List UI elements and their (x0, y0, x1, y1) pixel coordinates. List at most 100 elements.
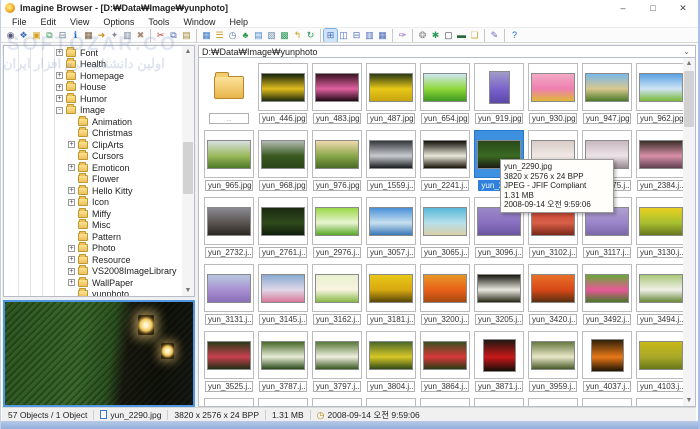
thumbnail-cell[interactable]: yun_2732.j... (204, 197, 254, 258)
tree-item-christmas[interactable]: Christmas (4, 127, 182, 140)
thumbnail-cell[interactable]: yun_930.jpg (528, 63, 578, 124)
thumbnail-cell[interactable]: yun_3181.j... (366, 264, 416, 325)
parent-folder-cell[interactable]: .. (204, 63, 254, 124)
thumbnail-cell[interactable]: yun_3205.j... (474, 264, 524, 325)
thumbnail-cell[interactable]: yun_654.jpg (420, 63, 470, 124)
edit-image-icon[interactable]: ✎ (488, 29, 501, 42)
thumbnail-cell[interactable]: yun_483.jpg (312, 63, 362, 124)
paste-icon[interactable]: ▤ (180, 29, 193, 42)
magic-wand-icon[interactable]: ✑ (396, 29, 409, 42)
expander-icon[interactable]: + (56, 72, 63, 80)
scroll-down-icon[interactable]: ▼ (683, 395, 695, 406)
thumbnail-cell[interactable] (366, 398, 416, 406)
tree-item-emoticon[interactable]: + Emoticon (4, 161, 182, 174)
layout-two-pane-icon[interactable]: ◫ (337, 29, 350, 42)
menu-item-edit[interactable]: Edit (34, 16, 64, 28)
thumbnail-cell[interactable] (420, 398, 470, 406)
grid-scrollbar-thumb[interactable] (684, 71, 694, 127)
tree-item-wallpaper[interactable]: + WallPaper (4, 276, 182, 289)
thumbnail-cell[interactable]: yun_3162.j... (312, 264, 362, 325)
expander-icon[interactable]: + (68, 267, 75, 275)
delete-icon[interactable]: ✖ (134, 29, 147, 42)
expander-icon[interactable]: + (68, 256, 75, 264)
thumbnail-cell[interactable]: yun_3871.j... (474, 331, 524, 392)
archive-icon[interactable]: ▥ (121, 29, 134, 42)
pin-icon[interactable]: ✦ (108, 29, 121, 42)
tree-item-icon[interactable]: + Icon (4, 196, 182, 209)
thumbnail-cell[interactable]: yun_3525.j... (204, 331, 254, 392)
layout-horizontal-icon[interactable]: ⊟ (350, 29, 363, 42)
expander-icon[interactable]: + (56, 83, 63, 91)
image-properties-icon[interactable]: ▦ (82, 29, 95, 42)
thumbnail-cell[interactable]: yun_2761.j... (258, 197, 308, 258)
settings-icon[interactable]: ✱ (429, 29, 442, 42)
thumbnail-cell[interactable]: yun_3057.j... (366, 197, 416, 258)
tree-item-pattern[interactable]: Pattern (4, 230, 182, 243)
thumbnail-cell[interactable] (204, 398, 254, 406)
tree-item-photo[interactable]: + Photo (4, 242, 182, 255)
scroll-down-icon[interactable]: ▼ (182, 285, 194, 296)
thumbnail-cell[interactable]: yun_976.jpg (312, 130, 362, 191)
thumbnail-view-icon[interactable]: ▦ (200, 29, 213, 42)
menu-item-window[interactable]: Window (176, 16, 222, 28)
batch-convert-icon[interactable]: ❂ (416, 29, 429, 42)
thumbnail-cell[interactable] (312, 398, 362, 406)
image-pane-icon[interactable]: ▩ (278, 29, 291, 42)
tree-item-miffy[interactable]: Miffy (4, 207, 182, 220)
copy-icon[interactable]: ⧉ (167, 29, 180, 42)
thumbnail-cell[interactable] (636, 398, 683, 406)
tree-item-cliparts[interactable]: + ClipArts (4, 138, 182, 151)
expander-icon[interactable]: + (68, 279, 75, 287)
menu-item-help[interactable]: Help (222, 16, 255, 28)
effects-icon[interactable]: ❏ (468, 29, 481, 42)
thumbnail-cell[interactable]: yun_2976.j... (312, 197, 362, 258)
tree-view-icon[interactable]: ♣ (239, 29, 252, 42)
thumbnail-cell[interactable] (582, 398, 632, 406)
thumbnail-cell[interactable]: yun_3130.j... (636, 197, 683, 258)
expander-icon[interactable]: + (68, 198, 75, 206)
menu-item-view[interactable]: View (63, 16, 96, 28)
cut-icon[interactable]: ✂ (154, 29, 167, 42)
thumbnail-cell[interactable]: yun_2241.j... (420, 130, 470, 191)
tree-scrollbar-thumb[interactable] (183, 142, 193, 194)
tree-item-animation[interactable]: Animation (4, 115, 182, 128)
details-view-icon[interactable]: ◷ (226, 29, 239, 42)
thumbnail-cell[interactable]: yun_446.jpg (258, 63, 308, 124)
address-bar[interactable]: D:₩Data₩Image₩yunphoto ⌄ (198, 45, 696, 58)
thumbnail-cell[interactable]: yun_3787.j... (258, 331, 308, 392)
scroll-up-icon[interactable]: ▲ (182, 46, 194, 57)
tree-item-cursors[interactable]: Cursors (4, 150, 182, 163)
menu-item-options[interactable]: Options (96, 16, 141, 28)
expander-icon[interactable]: + (56, 95, 63, 103)
help-icon[interactable]: ? (508, 29, 521, 42)
thumbnail-cell[interactable]: yun_4037.j... (582, 331, 632, 392)
tree-item-font[interactable]: + Font (4, 46, 182, 59)
thumbnail-cell[interactable]: yun_3797.j... (312, 331, 362, 392)
thumbnail-cell[interactable]: yun_3804.j... (366, 331, 416, 392)
copy-to-folder-icon[interactable]: ⧉ (43, 29, 56, 42)
tree-item-homepage[interactable]: + Homepage (4, 69, 182, 82)
tree-item-yunphoto[interactable]: yunphoto (4, 288, 182, 297)
layout-quad-icon[interactable]: ▦ (376, 29, 389, 42)
layout-single-icon[interactable]: ⊞ (323, 28, 338, 42)
browse-icon[interactable]: ❖ (17, 29, 30, 42)
thumbnail-cell[interactable]: yun_4103.j... (636, 331, 683, 392)
tree-item-image[interactable]: - Image (4, 104, 182, 117)
tree-item-humor[interactable]: + Humor (4, 92, 182, 105)
menu-item-tools[interactable]: Tools (141, 16, 176, 28)
thumbnail-cell[interactable]: yun_968.jpg (258, 130, 308, 191)
folder-up-icon[interactable]: ↰ (291, 29, 304, 42)
slideshow-icon[interactable]: ▢ (442, 29, 455, 42)
thumbnail-cell[interactable]: yun_3131.j... (204, 264, 254, 325)
refresh-icon[interactable]: ↻ (304, 29, 317, 42)
thumbnail-cell[interactable]: yun_3959.j... (528, 331, 578, 392)
menu-item-file[interactable]: File (5, 16, 34, 28)
expander-icon[interactable]: + (68, 187, 75, 195)
thumbnail-cell[interactable]: yun_487.jpg (366, 63, 416, 124)
chevron-down-icon[interactable]: ⌄ (683, 47, 692, 56)
thumbnail-cell[interactable]: yun_947.jpg (582, 63, 632, 124)
thumbnail-cell[interactable]: yun_3494.j... (636, 264, 683, 325)
thumbnail-cell[interactable]: yun_3065.j... (420, 197, 470, 258)
open-folder-icon[interactable]: ▣ (30, 29, 43, 42)
thumbnail-cell[interactable]: yun_3145.j... (258, 264, 308, 325)
